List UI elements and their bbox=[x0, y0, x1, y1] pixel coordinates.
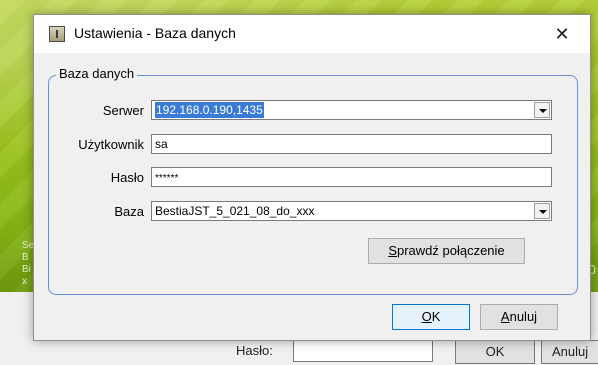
database-label: Baza bbox=[114, 204, 144, 219]
user-field[interactable]: sa bbox=[151, 134, 552, 154]
server-combobox[interactable]: 192.168.0.190,1435 bbox=[151, 100, 552, 120]
test-connection-button[interactable]: Sprawdź połączenie bbox=[368, 238, 525, 264]
user-value: sa bbox=[155, 137, 168, 151]
password-value: ****** bbox=[155, 173, 179, 184]
password-label: Hasło bbox=[110, 170, 144, 185]
background-password-field bbox=[293, 340, 433, 362]
test-connection-mnemonic: S bbox=[388, 243, 397, 258]
ok-mnemonic: O bbox=[421, 309, 432, 324]
database-combobox[interactable]: BestiaJST_5_021_08_do_xxx bbox=[151, 201, 552, 221]
dialog-title: Ustawienia - Baza danych bbox=[74, 25, 236, 41]
cancel-label: nuluj bbox=[509, 309, 538, 324]
close-icon[interactable]: ✕ bbox=[542, 19, 582, 49]
password-field[interactable]: ****** bbox=[151, 167, 552, 187]
chevron-down-icon[interactable] bbox=[534, 203, 550, 219]
chevron-down-icon[interactable] bbox=[534, 102, 550, 118]
database-value: BestiaJST_5_021_08_do_xxx bbox=[155, 204, 315, 218]
background-password-label: Hasło: bbox=[236, 343, 273, 358]
background-cancel-button: Anuluj bbox=[541, 340, 598, 364]
cancel-mnemonic: A bbox=[500, 309, 510, 324]
background-ok-button: OK bbox=[455, 340, 535, 364]
ok-label: K bbox=[431, 309, 441, 324]
server-value: 192.168.0.190,1435 bbox=[155, 102, 264, 118]
database-group-title: Baza danych bbox=[56, 66, 138, 81]
server-label: Serwer bbox=[102, 103, 144, 118]
test-connection-label: prawdź połączenie bbox=[396, 243, 505, 258]
dialog-titlebar[interactable]: Ustawienia - Baza danych ✕ bbox=[34, 15, 590, 53]
settings-dialog: Ustawienia - Baza danych ✕ Baza danych S… bbox=[33, 14, 591, 341]
app-icon bbox=[49, 26, 65, 42]
cancel-button[interactable]: Anuluj bbox=[480, 304, 558, 330]
user-label: Użytkownik bbox=[78, 137, 144, 152]
ok-button[interactable]: OK bbox=[392, 304, 470, 330]
